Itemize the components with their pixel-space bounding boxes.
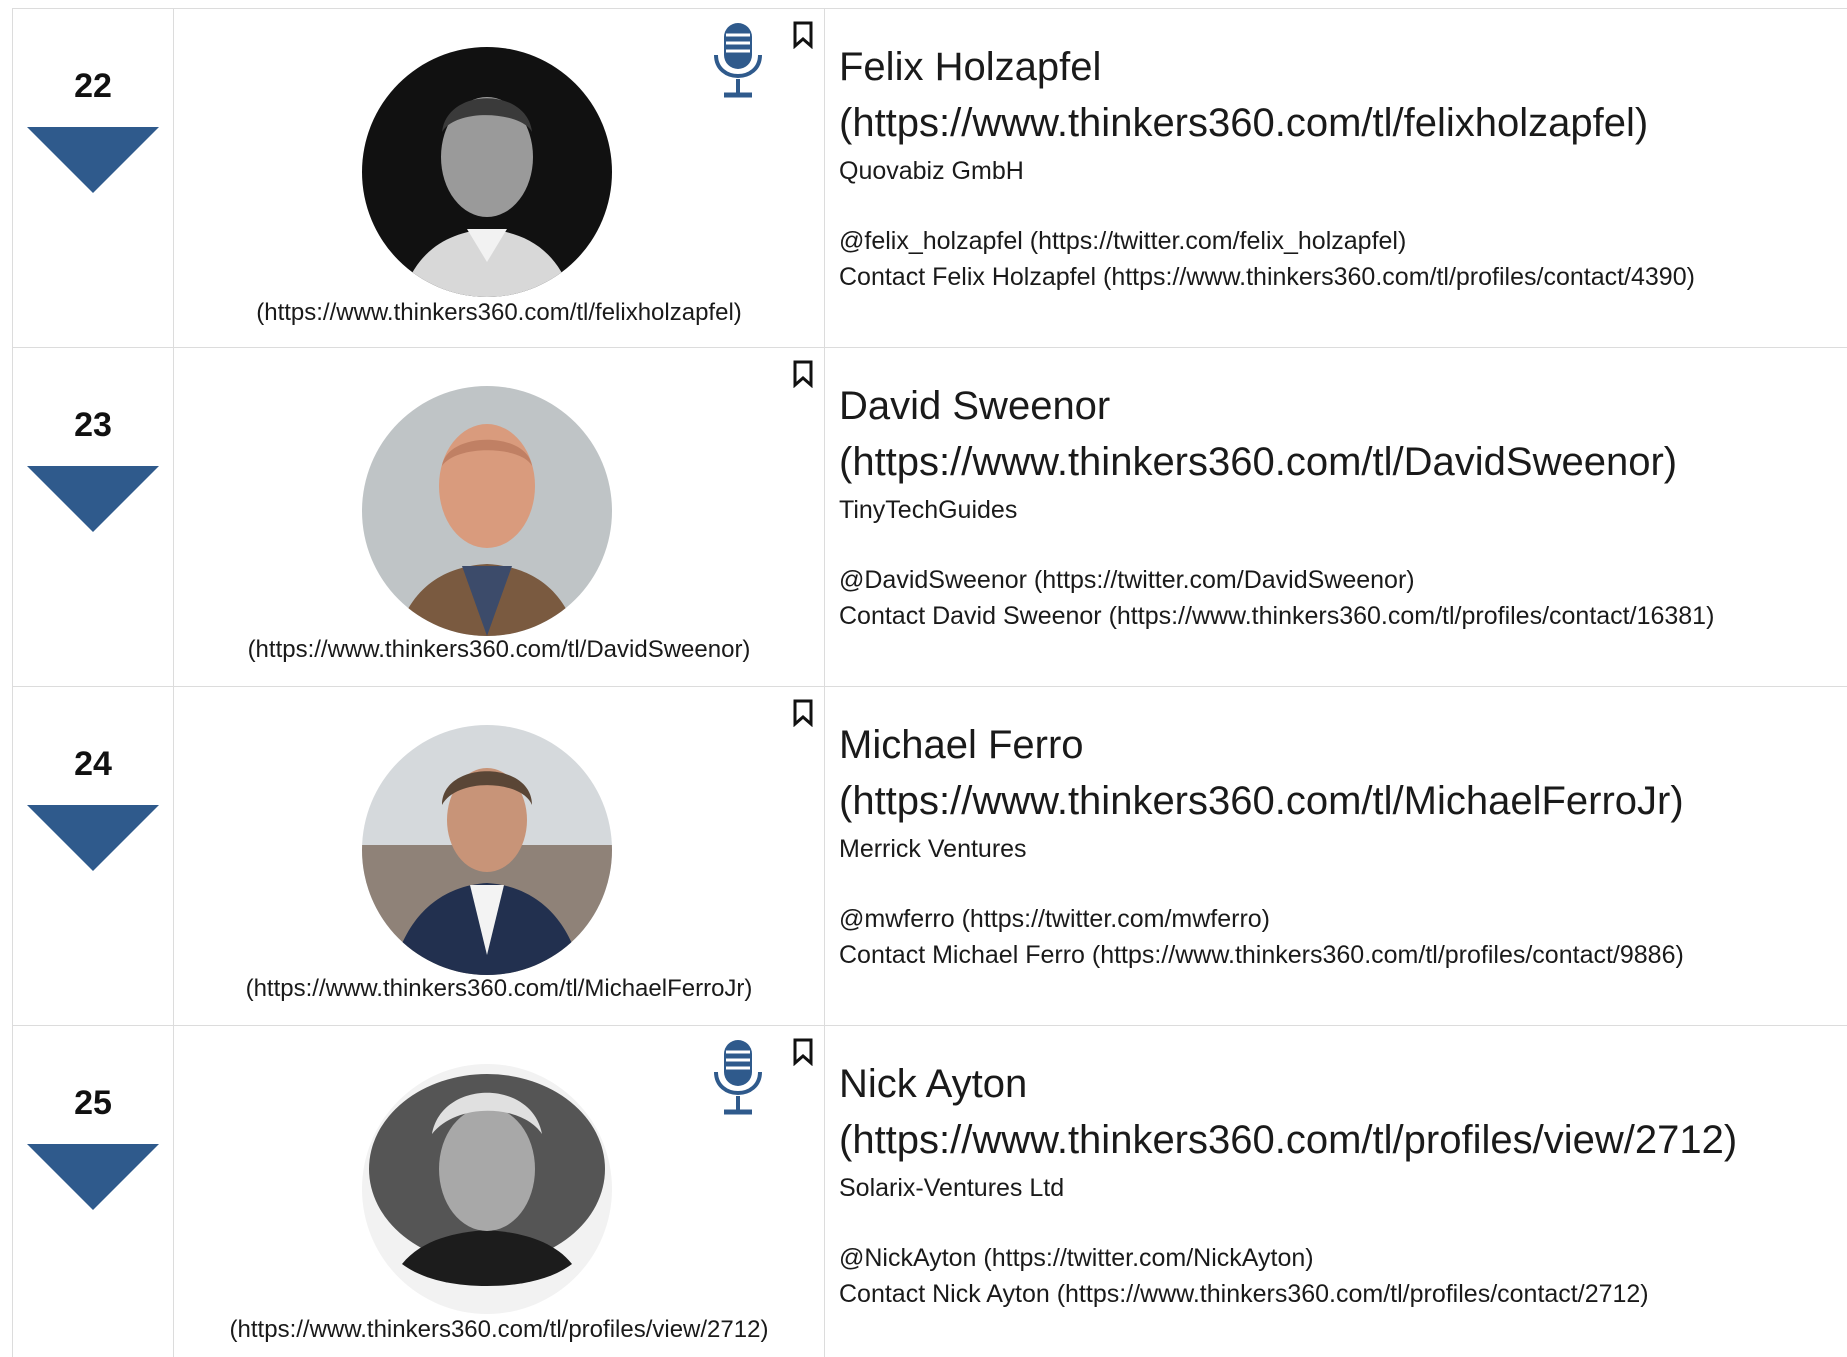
contact-link[interactable]: Contact Nick Ayton (https://www.thinkers… bbox=[839, 1280, 1649, 1309]
profile-url[interactable]: (https://www.thinkers360.com/tl/MichaelF… bbox=[839, 773, 1684, 829]
photo-profile-link[interactable]: (https://www.thinkers360.com/tl/felixhol… bbox=[174, 299, 824, 327]
profile-url[interactable]: (https://www.thinkers360.com/tl/DavidSwe… bbox=[839, 434, 1677, 490]
rank-down-arrow-icon[interactable] bbox=[27, 127, 159, 193]
rank-number: 22 bbox=[74, 67, 112, 105]
company-name: TinyTechGuides bbox=[839, 496, 1018, 524]
rank-cell: 25 bbox=[12, 1026, 174, 1357]
photo-cell: (https://www.thinkers360.com/tl/profiles… bbox=[174, 1026, 825, 1357]
company-name: Merrick Ventures bbox=[839, 835, 1027, 863]
profile-name-link[interactable]: Felix Holzapfel (https://www.thinkers360… bbox=[839, 39, 1648, 151]
podcast-microphone-icon[interactable] bbox=[712, 21, 764, 106]
profile-name-link[interactable]: David Sweenor (https://www.thinkers360.c… bbox=[839, 378, 1677, 490]
twitter-link[interactable]: @NickAyton (https://twitter.com/NickAyto… bbox=[839, 1244, 1314, 1273]
bookmark-icon[interactable] bbox=[792, 360, 814, 393]
rank-number: 23 bbox=[74, 406, 112, 444]
table-row: 23 (https://www.thinkers360.com/tl/David… bbox=[12, 348, 1847, 687]
profile-url[interactable]: (https://www.thinkers360.com/tl/felixhol… bbox=[839, 95, 1648, 151]
bookmark-icon[interactable] bbox=[792, 1038, 814, 1071]
twitter-link[interactable]: @mwferro (https://twitter.com/mwferro) bbox=[839, 905, 1270, 934]
photo-cell: (https://www.thinkers360.com/tl/DavidSwe… bbox=[174, 348, 825, 686]
company-name: Solarix-Ventures Ltd bbox=[839, 1174, 1065, 1202]
rank-number: 24 bbox=[74, 745, 112, 783]
info-cell: Michael Ferro (https://www.thinkers360.c… bbox=[825, 687, 1847, 1025]
info-cell: Nick Ayton (https://www.thinkers360.com/… bbox=[825, 1026, 1847, 1357]
rank-cell: 24 bbox=[12, 687, 174, 1025]
info-cell: David Sweenor (https://www.thinkers360.c… bbox=[825, 348, 1847, 686]
avatar[interactable] bbox=[362, 386, 612, 636]
avatar[interactable] bbox=[362, 725, 612, 975]
rank-down-arrow-icon[interactable] bbox=[27, 805, 159, 871]
photo-cell: (https://www.thinkers360.com/tl/MichaelF… bbox=[174, 687, 825, 1025]
rank-cell: 22 bbox=[12, 9, 174, 347]
podcast-microphone-icon[interactable] bbox=[712, 1038, 764, 1123]
photo-profile-link[interactable]: (https://www.thinkers360.com/tl/profiles… bbox=[174, 1316, 824, 1344]
profile-name[interactable]: Nick Ayton bbox=[839, 1056, 1737, 1112]
rank-down-arrow-icon[interactable] bbox=[27, 466, 159, 532]
twitter-link[interactable]: @DavidSweenor (https://twitter.com/David… bbox=[839, 566, 1415, 595]
contact-link[interactable]: Contact David Sweenor (https://www.think… bbox=[839, 602, 1714, 631]
profile-name-link[interactable]: Nick Ayton (https://www.thinkers360.com/… bbox=[839, 1056, 1737, 1168]
company-name: Quovabiz GmbH bbox=[839, 157, 1024, 185]
rank-number: 25 bbox=[74, 1084, 112, 1122]
profile-name-link[interactable]: Michael Ferro (https://www.thinkers360.c… bbox=[839, 717, 1684, 829]
info-cell: Felix Holzapfel (https://www.thinkers360… bbox=[825, 9, 1847, 347]
thought-leader-table: 22 (https://www.thinkers360.com/tl/felix… bbox=[12, 8, 1847, 1357]
profile-url[interactable]: (https://www.thinkers360.com/tl/profiles… bbox=[839, 1112, 1737, 1168]
profile-name[interactable]: Felix Holzapfel bbox=[839, 39, 1648, 95]
bookmark-icon[interactable] bbox=[792, 699, 814, 732]
table-row: 24 (https://www.thinkers360.com/tl/Micha… bbox=[12, 687, 1847, 1026]
rank-down-arrow-icon[interactable] bbox=[27, 1144, 159, 1210]
bookmark-icon[interactable] bbox=[792, 21, 814, 54]
contact-link[interactable]: Contact Michael Ferro (https://www.think… bbox=[839, 941, 1684, 970]
photo-profile-link[interactable]: (https://www.thinkers360.com/tl/DavidSwe… bbox=[174, 636, 824, 664]
contact-link[interactable]: Contact Felix Holzapfel (https://www.thi… bbox=[839, 263, 1695, 292]
photo-profile-link[interactable]: (https://www.thinkers360.com/tl/MichaelF… bbox=[174, 975, 824, 1003]
table-row: 22 (https://www.thinkers360.com/tl/felix… bbox=[12, 9, 1847, 348]
profile-name[interactable]: Michael Ferro bbox=[839, 717, 1684, 773]
twitter-link[interactable]: @felix_holzapfel (https://twitter.com/fe… bbox=[839, 227, 1406, 256]
photo-cell: (https://www.thinkers360.com/tl/felixhol… bbox=[174, 9, 825, 347]
table-row: 25 (https://www.thinkers360.com/tl/profi… bbox=[12, 1026, 1847, 1357]
avatar[interactable] bbox=[362, 47, 612, 297]
rank-cell: 23 bbox=[12, 348, 174, 686]
profile-name[interactable]: David Sweenor bbox=[839, 378, 1677, 434]
avatar[interactable] bbox=[362, 1064, 612, 1314]
